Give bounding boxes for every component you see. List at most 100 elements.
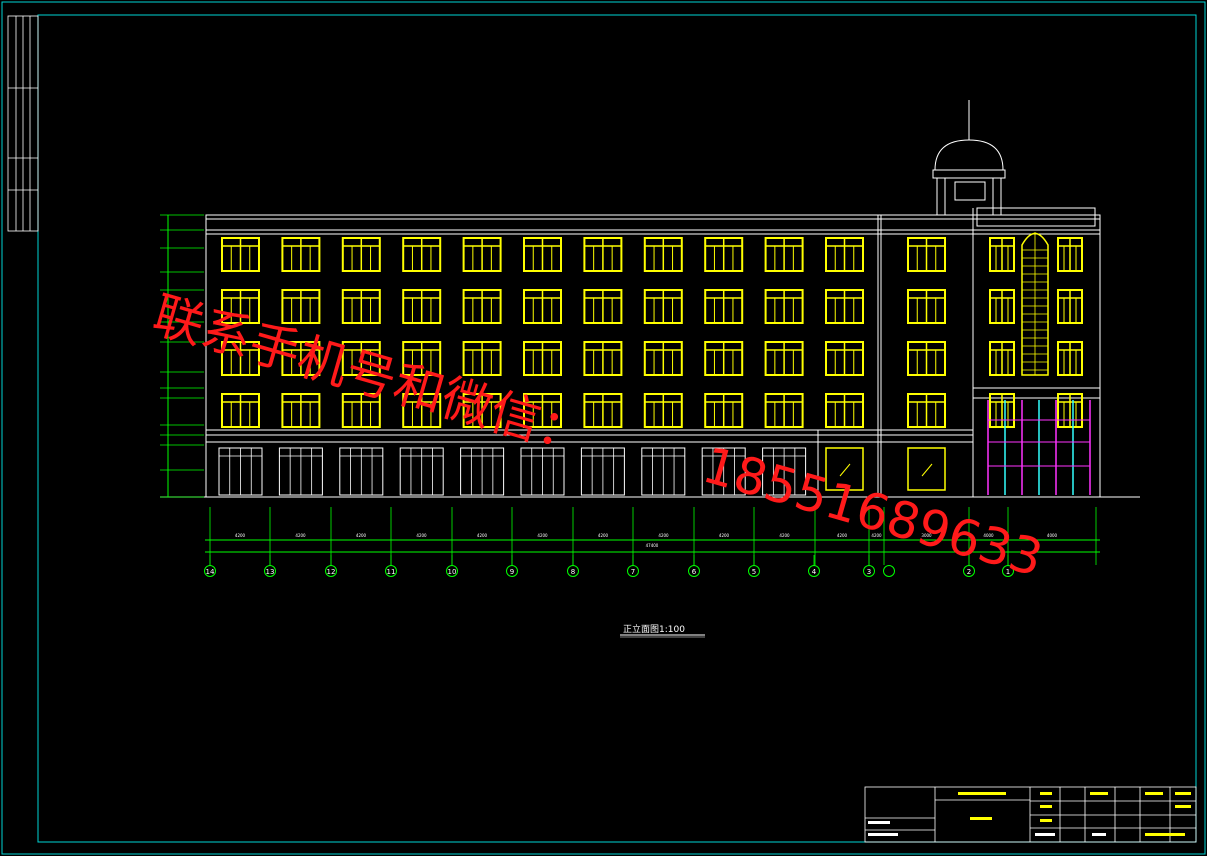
axis-bubble: 12 [325, 555, 337, 577]
dimension-label: 4200 [416, 533, 427, 538]
window [704, 341, 744, 376]
window [825, 289, 864, 324]
title-block-fills [958, 792, 1191, 836]
grid-axes: 14 13 12 11 10 9 8 7 6 5 4 3 2 1 [204, 555, 1014, 577]
window [907, 393, 946, 428]
window [989, 289, 1015, 324]
axis-label: 7 [631, 568, 635, 576]
display-window [907, 447, 946, 491]
axis-label: 4 [812, 568, 817, 576]
axis-bubble [883, 565, 895, 577]
binding-strip [7, 15, 39, 232]
watermark-line2: 18551689633 [697, 436, 1049, 588]
window [704, 289, 744, 324]
axis-bubble: 13 [264, 555, 276, 577]
axis-bubble: 9 [506, 555, 518, 577]
axis-bubble: 10 [446, 555, 458, 577]
window [907, 237, 946, 272]
axis-bubble: 14 [204, 555, 216, 577]
axis-bubble: 8 [567, 555, 579, 577]
storefront-door [580, 447, 625, 496]
axis-label: 13 [266, 568, 275, 576]
window [402, 237, 442, 272]
dimension-label: 4200 [779, 533, 790, 538]
axis-label: 14 [206, 568, 215, 576]
window [643, 341, 683, 376]
window [281, 393, 321, 428]
storefront-door [339, 447, 384, 496]
dimension-label: 4200 [477, 533, 488, 538]
window [402, 289, 442, 324]
storefront-door [399, 447, 444, 496]
elevation-drawing: 4200 4200 4200 4200 4200 4200 4200 4200 4200 4200… [1, 1, 1206, 855]
axis-label: 3 [867, 568, 871, 576]
cupola [932, 100, 1006, 216]
window [764, 289, 804, 324]
storefront-door [641, 447, 686, 496]
dimension-label: 4200 [295, 533, 306, 538]
window [341, 237, 381, 272]
axis-bubble: 4 [808, 555, 820, 577]
window [825, 393, 864, 428]
window [583, 237, 623, 272]
window [643, 237, 683, 272]
window [764, 237, 804, 272]
axis-label: 11 [387, 568, 396, 576]
window [989, 393, 1015, 428]
window [462, 341, 502, 376]
window [989, 341, 1015, 376]
window [221, 237, 260, 272]
window [643, 393, 683, 428]
drawing-caption: 正立面图1:100 [623, 623, 685, 635]
window [523, 237, 562, 272]
window [462, 237, 502, 272]
dimension-label: 4200 [235, 533, 246, 538]
dimension-label: 4200 [719, 533, 730, 538]
axis-bubble: 6 [688, 555, 700, 577]
window [523, 289, 562, 324]
window [989, 237, 1015, 272]
dimension-label: 4200 [537, 533, 548, 538]
storefront-door [218, 447, 263, 496]
axis-bubble: 5 [748, 555, 760, 577]
window [1057, 289, 1083, 324]
window [583, 341, 623, 376]
window [462, 289, 502, 324]
window [341, 289, 381, 324]
window [1057, 341, 1083, 376]
window [583, 289, 623, 324]
window [281, 237, 321, 272]
window [704, 393, 744, 428]
window [907, 341, 946, 376]
window [825, 341, 864, 376]
axis-label: 5 [752, 568, 756, 576]
window [907, 289, 946, 324]
window [764, 393, 804, 428]
axis-label: 6 [692, 568, 697, 576]
arched-window [1021, 232, 1049, 376]
axis-label: 12 [327, 568, 336, 576]
window [281, 289, 321, 324]
window [523, 341, 562, 376]
window [1057, 393, 1083, 428]
window [764, 341, 804, 376]
total-dimension: 47400 [646, 543, 659, 548]
window [1057, 237, 1083, 272]
title-block-white-fills [868, 821, 1106, 836]
window [643, 289, 683, 324]
axis-bubble: 3 [863, 555, 875, 577]
axis-bubble: 7 [627, 555, 639, 577]
axis-label: 8 [571, 568, 575, 576]
axis-label: 10 [448, 568, 457, 576]
dimension-label: 4200 [356, 533, 367, 538]
dimension-label: 4200 [658, 533, 669, 538]
storefront-door [278, 447, 323, 496]
axis-label: 9 [510, 568, 514, 576]
window [825, 237, 864, 272]
curtain-wall [987, 400, 1091, 495]
axis-bubble: 11 [385, 555, 397, 577]
dimension-label: 4200 [598, 533, 609, 538]
window [704, 237, 744, 272]
storefront-door [460, 447, 505, 496]
window [221, 393, 260, 428]
